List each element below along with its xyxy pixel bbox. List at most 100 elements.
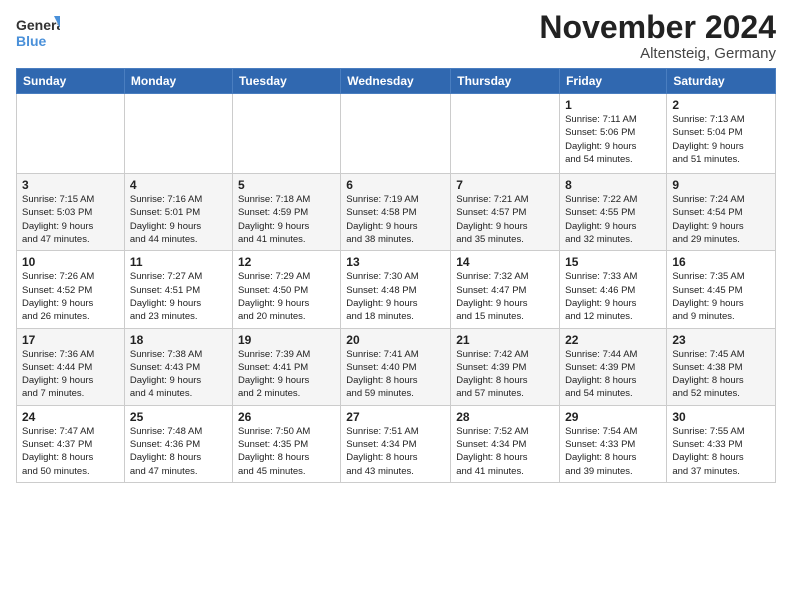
table-row: 4Sunrise: 7:16 AM Sunset: 5:01 PM Daylig… bbox=[124, 174, 232, 251]
header-friday: Friday bbox=[560, 69, 667, 94]
table-row: 17Sunrise: 7:36 AM Sunset: 4:44 PM Dayli… bbox=[17, 328, 125, 405]
day-info: Sunrise: 7:32 AM Sunset: 4:47 PM Dayligh… bbox=[456, 270, 554, 323]
table-row: 3Sunrise: 7:15 AM Sunset: 5:03 PM Daylig… bbox=[17, 174, 125, 251]
calendar: Sunday Monday Tuesday Wednesday Thursday… bbox=[16, 68, 776, 483]
table-row: 12Sunrise: 7:29 AM Sunset: 4:50 PM Dayli… bbox=[232, 251, 340, 328]
day-info: Sunrise: 7:54 AM Sunset: 4:33 PM Dayligh… bbox=[565, 425, 661, 478]
day-number: 12 bbox=[238, 255, 335, 269]
day-info: Sunrise: 7:55 AM Sunset: 4:33 PM Dayligh… bbox=[672, 425, 770, 478]
table-row: 8Sunrise: 7:22 AM Sunset: 4:55 PM Daylig… bbox=[560, 174, 667, 251]
day-number: 3 bbox=[22, 178, 119, 192]
table-row: 28Sunrise: 7:52 AM Sunset: 4:34 PM Dayli… bbox=[451, 405, 560, 482]
table-row: 7Sunrise: 7:21 AM Sunset: 4:57 PM Daylig… bbox=[451, 174, 560, 251]
day-info: Sunrise: 7:18 AM Sunset: 4:59 PM Dayligh… bbox=[238, 193, 335, 246]
day-info: Sunrise: 7:42 AM Sunset: 4:39 PM Dayligh… bbox=[456, 348, 554, 401]
header-thursday: Thursday bbox=[451, 69, 560, 94]
table-row: 23Sunrise: 7:45 AM Sunset: 4:38 PM Dayli… bbox=[667, 328, 776, 405]
day-number: 10 bbox=[22, 255, 119, 269]
day-info: Sunrise: 7:36 AM Sunset: 4:44 PM Dayligh… bbox=[22, 348, 119, 401]
day-number: 26 bbox=[238, 410, 335, 424]
day-info: Sunrise: 7:26 AM Sunset: 4:52 PM Dayligh… bbox=[22, 270, 119, 323]
page: General Blue November 2024 Altensteig, G… bbox=[0, 0, 792, 612]
day-info: Sunrise: 7:41 AM Sunset: 4:40 PM Dayligh… bbox=[346, 348, 445, 401]
day-number: 4 bbox=[130, 178, 227, 192]
day-info: Sunrise: 7:35 AM Sunset: 4:45 PM Dayligh… bbox=[672, 270, 770, 323]
day-number: 24 bbox=[22, 410, 119, 424]
day-info: Sunrise: 7:11 AM Sunset: 5:06 PM Dayligh… bbox=[565, 113, 661, 166]
day-number: 17 bbox=[22, 333, 119, 347]
day-number: 6 bbox=[346, 178, 445, 192]
table-row: 20Sunrise: 7:41 AM Sunset: 4:40 PM Dayli… bbox=[341, 328, 451, 405]
day-info: Sunrise: 7:21 AM Sunset: 4:57 PM Dayligh… bbox=[456, 193, 554, 246]
location: Altensteig, Germany bbox=[539, 45, 776, 62]
calendar-week-row: 10Sunrise: 7:26 AM Sunset: 4:52 PM Dayli… bbox=[17, 251, 776, 328]
day-number: 22 bbox=[565, 333, 661, 347]
table-row bbox=[341, 94, 451, 174]
table-row: 16Sunrise: 7:35 AM Sunset: 4:45 PM Dayli… bbox=[667, 251, 776, 328]
day-info: Sunrise: 7:30 AM Sunset: 4:48 PM Dayligh… bbox=[346, 270, 445, 323]
day-number: 15 bbox=[565, 255, 661, 269]
table-row: 6Sunrise: 7:19 AM Sunset: 4:58 PM Daylig… bbox=[341, 174, 451, 251]
calendar-week-row: 1Sunrise: 7:11 AM Sunset: 5:06 PM Daylig… bbox=[17, 94, 776, 174]
day-info: Sunrise: 7:33 AM Sunset: 4:46 PM Dayligh… bbox=[565, 270, 661, 323]
svg-text:General: General bbox=[16, 17, 60, 33]
table-row: 18Sunrise: 7:38 AM Sunset: 4:43 PM Dayli… bbox=[124, 328, 232, 405]
table-row: 14Sunrise: 7:32 AM Sunset: 4:47 PM Dayli… bbox=[451, 251, 560, 328]
table-row: 26Sunrise: 7:50 AM Sunset: 4:35 PM Dayli… bbox=[232, 405, 340, 482]
table-row: 10Sunrise: 7:26 AM Sunset: 4:52 PM Dayli… bbox=[17, 251, 125, 328]
day-info: Sunrise: 7:13 AM Sunset: 5:04 PM Dayligh… bbox=[672, 113, 770, 166]
day-info: Sunrise: 7:52 AM Sunset: 4:34 PM Dayligh… bbox=[456, 425, 554, 478]
day-info: Sunrise: 7:24 AM Sunset: 4:54 PM Dayligh… bbox=[672, 193, 770, 246]
day-number: 29 bbox=[565, 410, 661, 424]
table-row: 13Sunrise: 7:30 AM Sunset: 4:48 PM Dayli… bbox=[341, 251, 451, 328]
day-info: Sunrise: 7:45 AM Sunset: 4:38 PM Dayligh… bbox=[672, 348, 770, 401]
day-number: 28 bbox=[456, 410, 554, 424]
day-number: 5 bbox=[238, 178, 335, 192]
day-number: 11 bbox=[130, 255, 227, 269]
header-wednesday: Wednesday bbox=[341, 69, 451, 94]
calendar-week-row: 3Sunrise: 7:15 AM Sunset: 5:03 PM Daylig… bbox=[17, 174, 776, 251]
day-number: 13 bbox=[346, 255, 445, 269]
header: General Blue November 2024 Altensteig, G… bbox=[16, 10, 776, 62]
day-number: 9 bbox=[672, 178, 770, 192]
table-row: 24Sunrise: 7:47 AM Sunset: 4:37 PM Dayli… bbox=[17, 405, 125, 482]
header-sunday: Sunday bbox=[17, 69, 125, 94]
calendar-week-row: 17Sunrise: 7:36 AM Sunset: 4:44 PM Dayli… bbox=[17, 328, 776, 405]
day-number: 8 bbox=[565, 178, 661, 192]
day-number: 18 bbox=[130, 333, 227, 347]
day-info: Sunrise: 7:29 AM Sunset: 4:50 PM Dayligh… bbox=[238, 270, 335, 323]
table-row: 27Sunrise: 7:51 AM Sunset: 4:34 PM Dayli… bbox=[341, 405, 451, 482]
day-info: Sunrise: 7:48 AM Sunset: 4:36 PM Dayligh… bbox=[130, 425, 227, 478]
day-number: 21 bbox=[456, 333, 554, 347]
header-monday: Monday bbox=[124, 69, 232, 94]
day-info: Sunrise: 7:19 AM Sunset: 4:58 PM Dayligh… bbox=[346, 193, 445, 246]
table-row: 11Sunrise: 7:27 AM Sunset: 4:51 PM Dayli… bbox=[124, 251, 232, 328]
day-info: Sunrise: 7:15 AM Sunset: 5:03 PM Dayligh… bbox=[22, 193, 119, 246]
logo: General Blue bbox=[16, 10, 60, 59]
table-row: 1Sunrise: 7:11 AM Sunset: 5:06 PM Daylig… bbox=[560, 94, 667, 174]
table-row: 9Sunrise: 7:24 AM Sunset: 4:54 PM Daylig… bbox=[667, 174, 776, 251]
day-number: 1 bbox=[565, 98, 661, 112]
calendar-week-row: 24Sunrise: 7:47 AM Sunset: 4:37 PM Dayli… bbox=[17, 405, 776, 482]
day-info: Sunrise: 7:39 AM Sunset: 4:41 PM Dayligh… bbox=[238, 348, 335, 401]
table-row: 29Sunrise: 7:54 AM Sunset: 4:33 PM Dayli… bbox=[560, 405, 667, 482]
table-row: 22Sunrise: 7:44 AM Sunset: 4:39 PM Dayli… bbox=[560, 328, 667, 405]
table-row: 19Sunrise: 7:39 AM Sunset: 4:41 PM Dayli… bbox=[232, 328, 340, 405]
table-row: 5Sunrise: 7:18 AM Sunset: 4:59 PM Daylig… bbox=[232, 174, 340, 251]
day-info: Sunrise: 7:50 AM Sunset: 4:35 PM Dayligh… bbox=[238, 425, 335, 478]
day-info: Sunrise: 7:22 AM Sunset: 4:55 PM Dayligh… bbox=[565, 193, 661, 246]
day-info: Sunrise: 7:16 AM Sunset: 5:01 PM Dayligh… bbox=[130, 193, 227, 246]
svg-text:Blue: Blue bbox=[16, 33, 47, 49]
header-tuesday: Tuesday bbox=[232, 69, 340, 94]
day-number: 16 bbox=[672, 255, 770, 269]
day-info: Sunrise: 7:27 AM Sunset: 4:51 PM Dayligh… bbox=[130, 270, 227, 323]
day-number: 7 bbox=[456, 178, 554, 192]
table-row: 25Sunrise: 7:48 AM Sunset: 4:36 PM Dayli… bbox=[124, 405, 232, 482]
day-info: Sunrise: 7:38 AM Sunset: 4:43 PM Dayligh… bbox=[130, 348, 227, 401]
day-number: 23 bbox=[672, 333, 770, 347]
day-number: 14 bbox=[456, 255, 554, 269]
calendar-header-row: Sunday Monday Tuesday Wednesday Thursday… bbox=[17, 69, 776, 94]
day-number: 20 bbox=[346, 333, 445, 347]
table-row: 30Sunrise: 7:55 AM Sunset: 4:33 PM Dayli… bbox=[667, 405, 776, 482]
day-number: 2 bbox=[672, 98, 770, 112]
